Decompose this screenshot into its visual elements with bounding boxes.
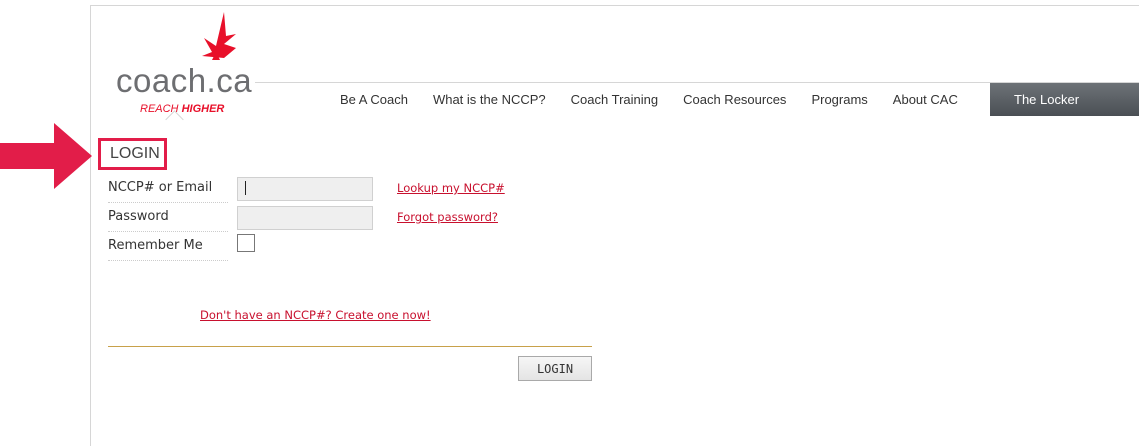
form-divider [108, 346, 592, 347]
text-cursor [245, 181, 246, 195]
forgot-password-link[interactable]: Forgot password? [397, 210, 498, 224]
coach-ca-logo[interactable]: coach.ca REACH HIGHER [116, 12, 256, 120]
annotation-arrow-icon [0, 123, 92, 189]
nccp-label: NCCP# or Email [108, 178, 228, 203]
nav-item-what-is-nccp[interactable]: What is the NCCP? [433, 92, 546, 107]
nav-item-be-a-coach[interactable]: Be A Coach [340, 92, 408, 107]
remember-label: Remember Me [108, 236, 228, 261]
nav-item-the-locker[interactable]: The Locker [990, 83, 1139, 116]
nav-item-about-cac[interactable]: About CAC [893, 92, 958, 107]
nav-item-coach-training[interactable]: Coach Training [571, 92, 658, 107]
password-label: Password [108, 207, 228, 232]
login-title: LOGIN [98, 138, 167, 170]
main-nav: Be A Coach What is the NCCP? Coach Train… [340, 83, 1139, 116]
nav-item-coach-resources[interactable]: Coach Resources [683, 92, 786, 107]
logo-tagline: REACH HIGHER [140, 103, 225, 115]
nav-item-programs[interactable]: Programs [811, 92, 867, 107]
password-input[interactable] [237, 206, 373, 230]
lookup-nccp-link[interactable]: Lookup my NCCP# [397, 181, 505, 195]
create-nccp-link[interactable]: Don't have an NCCP#? Create one now! [200, 308, 431, 322]
remember-me-checkbox[interactable] [237, 234, 255, 252]
nccp-email-input[interactable] [237, 177, 373, 201]
logo-wordmark: coach.ca [116, 62, 253, 99]
login-button[interactable]: LOGIN [518, 356, 592, 381]
